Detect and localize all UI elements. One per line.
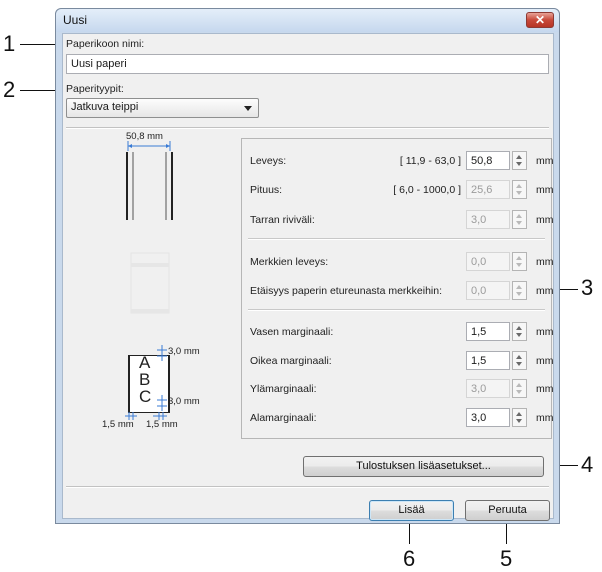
label-spacing-input[interactable]: 3,0 xyxy=(466,210,510,229)
up-arrow-icon[interactable] xyxy=(516,326,522,330)
length-input[interactable]: 25,6 xyxy=(466,180,510,199)
mark-offset-input[interactable]: 0,0 xyxy=(466,281,510,300)
advanced-print-settings-button[interactable]: Tulostuksen lisäasetukset... xyxy=(303,456,544,477)
close-button[interactable]: ✕ xyxy=(526,12,554,28)
cancel-button[interactable]: Peruuta xyxy=(465,500,550,521)
down-arrow-icon[interactable] xyxy=(516,162,522,166)
down-arrow-icon[interactable] xyxy=(516,333,522,337)
label-spacing-spinner[interactable] xyxy=(512,210,527,229)
chevron-down-icon xyxy=(244,106,252,111)
paper-type-label: Paperityypit: xyxy=(66,83,124,95)
right-margin-label: Oikea marginaali: xyxy=(250,355,332,367)
width-input[interactable]: 50,8 xyxy=(466,151,510,170)
width-dimension-icon xyxy=(127,141,171,151)
callout-1: 1 xyxy=(3,31,16,56)
left-margin-input[interactable]: 1,5 xyxy=(466,322,510,341)
separator-1 xyxy=(248,238,545,240)
callout-6: 6 xyxy=(403,546,416,571)
length-range: [ 6,0 - 1000,0 ] xyxy=(393,184,461,196)
top-margin-label: Ylämarginaali: xyxy=(250,383,317,395)
callout-3: 3 xyxy=(581,275,594,300)
down-arrow-icon[interactable] xyxy=(516,292,522,296)
window-title: Uusi xyxy=(63,13,88,27)
preview-right-margin-label: 1,5 mm xyxy=(146,419,178,430)
width-spinner[interactable] xyxy=(512,151,527,170)
left-margin-label: Vasen marginaali: xyxy=(250,326,334,338)
right-margin-spinner[interactable] xyxy=(512,351,527,370)
callout-5: 5 xyxy=(500,546,513,571)
mark-width-label: Merkkien leveys: xyxy=(250,256,329,268)
mark-width-unit: mm xyxy=(536,256,554,268)
preview-top-margin-label: 3,0 mm xyxy=(168,346,200,357)
close-icon: ✕ xyxy=(534,13,546,27)
length-spinner[interactable] xyxy=(512,180,527,199)
mark-width-spinner[interactable] xyxy=(512,252,527,271)
width-label: Leveys: xyxy=(250,155,287,167)
up-arrow-icon[interactable] xyxy=(516,155,522,159)
up-arrow-icon[interactable] xyxy=(516,285,522,289)
preview-bottom-margin-label: 3,0 mm xyxy=(168,396,200,407)
paper-type-value: Jatkuva teippi xyxy=(71,101,139,113)
new-paper-dialog: Uusi ✕ Paperikoon nimi: Uusi paperi Pape… xyxy=(55,8,560,524)
width-unit: mm xyxy=(536,155,554,167)
separator-bottom xyxy=(66,486,549,488)
length-unit: mm xyxy=(536,184,554,196)
label-spacing-label: Tarran riviväli: xyxy=(250,214,315,226)
up-arrow-icon[interactable] xyxy=(516,383,522,387)
left-margin-spinner[interactable] xyxy=(512,322,527,341)
top-margin-input[interactable]: 3,0 xyxy=(466,379,510,398)
dialog-body: Paperikoon nimi: Uusi paperi Paperityypi… xyxy=(62,33,554,521)
bottom-margin-label: Alamarginaali: xyxy=(250,412,317,424)
separator-top xyxy=(66,127,549,129)
up-arrow-icon[interactable] xyxy=(516,256,522,260)
up-arrow-icon[interactable] xyxy=(516,355,522,359)
mark-offset-spinner[interactable] xyxy=(512,281,527,300)
separator-2 xyxy=(248,309,545,311)
down-arrow-icon[interactable] xyxy=(516,390,522,394)
down-arrow-icon[interactable] xyxy=(516,263,522,267)
bottom-margin-spinner[interactable] xyxy=(512,408,527,427)
down-arrow-icon[interactable] xyxy=(516,221,522,225)
top-margin-unit: mm xyxy=(536,383,554,395)
paper-name-label: Paperikoon nimi: xyxy=(66,38,145,50)
callout-4: 4 xyxy=(581,452,594,477)
up-arrow-icon[interactable] xyxy=(516,184,522,188)
callout-2: 2 xyxy=(3,77,16,102)
top-margin-spinner[interactable] xyxy=(512,379,527,398)
paper-name-input[interactable]: Uusi paperi xyxy=(66,54,549,74)
label-spacing-unit: mm xyxy=(536,214,554,226)
up-arrow-icon[interactable] xyxy=(516,214,522,218)
down-arrow-icon[interactable] xyxy=(516,191,522,195)
mark-width-input[interactable]: 0,0 xyxy=(466,252,510,271)
paper-type-select[interactable]: Jatkuva teippi xyxy=(66,98,259,118)
mark-offset-unit: mm xyxy=(536,285,554,297)
down-arrow-icon[interactable] xyxy=(516,362,522,366)
up-arrow-icon[interactable] xyxy=(516,412,522,416)
right-margin-unit: mm xyxy=(536,355,554,367)
length-label: Pituus: xyxy=(250,184,283,196)
mark-offset-label: Etäisyys paperin etureunasta merkkeihin: xyxy=(250,285,443,297)
bottom-margin-unit: mm xyxy=(536,412,554,424)
right-margin-input[interactable]: 1,5 xyxy=(466,351,510,370)
add-button[interactable]: Lisää xyxy=(369,500,454,521)
title-bar[interactable]: Uusi ✕ xyxy=(56,9,559,32)
width-range: [ 11,9 - 63,0 ] xyxy=(399,155,461,167)
left-margin-unit: mm xyxy=(536,326,554,338)
paper-settings-group: Leveys: [ 11,9 - 63,0 ] 50,8 mm Pituus: … xyxy=(241,138,554,439)
bottom-margin-input[interactable]: 3,0 xyxy=(466,408,510,427)
down-arrow-icon[interactable] xyxy=(516,419,522,423)
preview-left-margin-label: 1,5 mm xyxy=(102,419,134,430)
